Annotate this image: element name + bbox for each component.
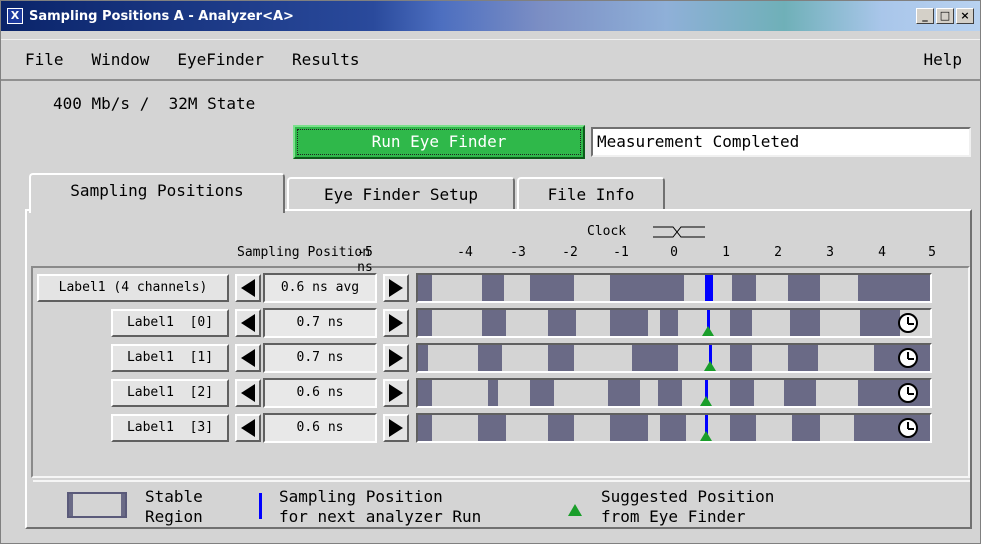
menu-file[interactable]: File [21,50,68,69]
tick-label-neg5: -5 ns [357,245,373,275]
menu-help[interactable]: Help [919,50,966,69]
right-triangle-icon [389,279,403,297]
tab-eye-finder-setup[interactable]: Eye Finder Setup [287,177,515,213]
clock-waveform-icon [653,226,705,238]
clock-label: Clock [587,224,627,239]
left-arrow-button[interactable] [235,379,261,407]
tick-label-5: 5 [928,245,936,260]
right-triangle-icon [389,349,403,367]
channel-trace [416,343,932,373]
right-arrow-button[interactable] [383,274,409,302]
suggested-position-marker [702,326,714,336]
channel-label-button[interactable]: Label1 [0] [111,309,229,337]
left-arrow-button[interactable] [235,344,261,372]
legend-sampling-label: Sampling Position for next analyzer Run [279,487,482,526]
left-arrow-button[interactable] [235,309,261,337]
legend: Stable Region Sampling Position for next… [33,480,970,527]
right-triangle-icon [389,419,403,437]
tick-label-4: 4 [878,245,886,260]
maximize-button[interactable]: □ [936,8,954,24]
menu-window[interactable]: Window [88,50,154,69]
state-readout: 400 Mb/s / 32M State [53,94,256,113]
sampling-value-field[interactable]: 0.6 ns [263,378,377,408]
tab-file-info[interactable]: File Info [517,177,665,213]
legend-stable-label: Stable Region [145,487,203,526]
right-arrow-button[interactable] [383,344,409,372]
channel-trace [416,413,932,443]
left-triangle-icon [241,349,255,367]
left-triangle-icon [241,279,255,297]
channel-trace [416,378,932,408]
channel-label-button[interactable]: Label1 [3] [111,414,229,442]
clock-icon[interactable] [898,418,918,438]
suggested-position-marker [700,431,712,441]
clock-icon[interactable] [898,348,918,368]
right-arrow-button[interactable] [383,379,409,407]
tick-label-neg3: -3 [510,245,526,260]
legend-suggested-label: Suggested Position from Eye Finder [601,487,775,526]
minimize-button[interactable]: _ [916,8,934,24]
app-icon: X [7,8,23,24]
stable-region-swatch [67,492,127,518]
sampling-value-field[interactable]: 0.6 ns [263,413,377,443]
left-triangle-icon [241,384,255,402]
left-triangle-icon [241,314,255,332]
right-triangle-icon [389,384,403,402]
right-arrow-button[interactable] [383,309,409,337]
tick-label-2: 2 [774,245,782,260]
run-eye-finder-button[interactable]: Run Eye Finder [293,125,585,159]
sampling-position-marker[interactable] [705,275,713,301]
suggested-position-icon [568,504,582,516]
tab-sampling-positions[interactable]: Sampling Positions [29,173,285,213]
tick-label-neg4: -4 [457,245,473,260]
tick-label-neg1: -1 [613,245,629,260]
tick-label-3: 3 [826,245,834,260]
left-arrow-button[interactable] [235,274,261,302]
analyzer-window: X Sampling Positions A - Analyzer<A> _ □… [0,0,981,544]
left-arrow-button[interactable] [235,414,261,442]
channel-label-button[interactable]: Label1 [1] [111,344,229,372]
left-triangle-icon [241,419,255,437]
clock-icon[interactable] [898,313,918,333]
right-triangle-icon [389,314,403,332]
right-arrow-button[interactable] [383,414,409,442]
bus-label-button[interactable]: Label1 (4 channels) [37,274,229,302]
tick-label-1: 1 [722,245,730,260]
sampling-value-field[interactable]: 0.7 ns [263,343,377,373]
window-title: Sampling Positions A - Analyzer<A> [29,8,294,24]
suggested-position-marker [704,361,716,371]
menu-results[interactable]: Results [288,50,363,69]
sampling-position-swatch [259,493,262,519]
title-bar[interactable]: X Sampling Positions A - Analyzer<A> _ □… [1,1,980,31]
measurement-status: Measurement Completed [591,127,971,157]
menu-bar: File Window EyeFinder Results Help [1,39,980,81]
channel-trace [416,273,932,303]
channel-trace [416,308,932,338]
suggested-position-marker [700,396,712,406]
close-button[interactable]: × [956,8,974,24]
channel-label-button[interactable]: Label1 [2] [111,379,229,407]
tick-label-0: 0 [670,245,678,260]
menu-eyefinder[interactable]: EyeFinder [173,50,268,69]
clock-icon[interactable] [898,383,918,403]
sampling-value-field[interactable]: 0.6 ns avg [263,273,377,303]
sampling-value-field[interactable]: 0.7 ns [263,308,377,338]
tick-label-neg2: -2 [562,245,578,260]
